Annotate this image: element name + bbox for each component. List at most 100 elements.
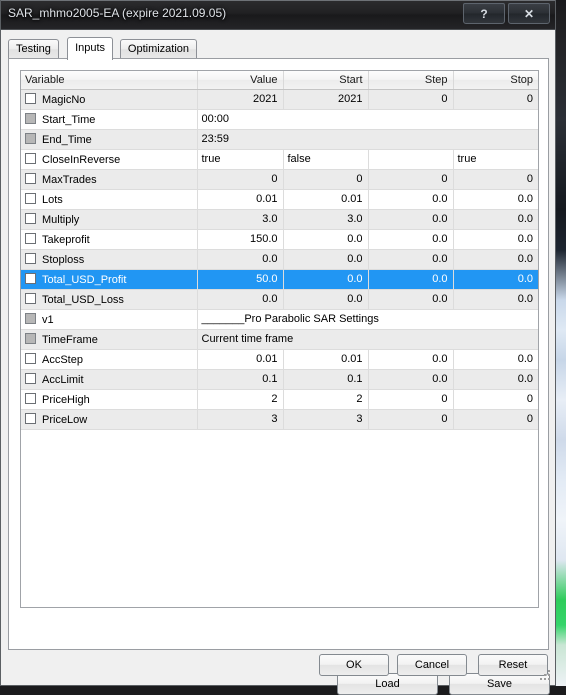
cell-value[interactable]: 0.01 bbox=[197, 189, 283, 209]
table-row[interactable]: v1_______Pro Parabolic SAR Settings bbox=[21, 309, 538, 329]
cell-start[interactable]: 0.0 bbox=[283, 229, 368, 249]
cell-stop[interactable]: 0.0 bbox=[453, 289, 538, 309]
cell-variable[interactable]: AccStep bbox=[21, 349, 197, 369]
cell-value[interactable]: 0 bbox=[197, 169, 283, 189]
title-bar[interactable]: SAR_mhmo2005-EA (expire 2021.09.05) ? ✕ bbox=[1, 0, 555, 30]
cell-variable[interactable]: PriceLow bbox=[21, 409, 197, 429]
checkbox-icon[interactable] bbox=[25, 373, 36, 384]
cell-step[interactable]: 0 bbox=[368, 409, 453, 429]
column-header-variable[interactable]: Variable bbox=[21, 71, 197, 89]
cell-stop[interactable]: 0.0 bbox=[453, 209, 538, 229]
cell-value[interactable]: 23:59 bbox=[197, 129, 538, 149]
cell-variable[interactable]: End_Time bbox=[21, 129, 197, 149]
tab-testing[interactable]: Testing bbox=[8, 39, 59, 59]
cell-step[interactable]: 0 bbox=[368, 169, 453, 189]
table-row[interactable]: End_Time23:59 bbox=[21, 129, 538, 149]
checkbox-icon[interactable] bbox=[25, 293, 36, 304]
cell-value[interactable]: 150.0 bbox=[197, 229, 283, 249]
cell-variable[interactable]: Total_USD_Profit bbox=[21, 269, 197, 289]
checkbox-icon[interactable] bbox=[25, 213, 36, 224]
checkbox-icon[interactable] bbox=[25, 253, 36, 264]
cell-start[interactable]: 3 bbox=[283, 409, 368, 429]
cell-stop[interactable]: 0.0 bbox=[453, 269, 538, 289]
tab-optimization[interactable]: Optimization bbox=[120, 39, 197, 59]
cell-value[interactable]: 0.1 bbox=[197, 369, 283, 389]
cell-variable[interactable]: CloseInReverse bbox=[21, 149, 197, 169]
table-row[interactable]: Lots0.010.010.00.0 bbox=[21, 189, 538, 209]
cell-start[interactable]: 2 bbox=[283, 389, 368, 409]
checkbox-icon[interactable] bbox=[25, 173, 36, 184]
table-row[interactable]: MaxTrades0000 bbox=[21, 169, 538, 189]
cell-value[interactable]: 3.0 bbox=[197, 209, 283, 229]
column-header-value[interactable]: Value bbox=[197, 71, 283, 89]
cell-stop[interactable]: 0 bbox=[453, 89, 538, 109]
cell-value[interactable]: 0.01 bbox=[197, 349, 283, 369]
column-header-start[interactable]: Start bbox=[283, 71, 368, 89]
close-button[interactable]: ✕ bbox=[508, 3, 550, 24]
cell-value[interactable]: true bbox=[197, 149, 283, 169]
cell-start[interactable]: 2021 bbox=[283, 89, 368, 109]
cell-step[interactable]: 0 bbox=[368, 89, 453, 109]
cell-variable[interactable]: MaxTrades bbox=[21, 169, 197, 189]
cell-value[interactable]: 0.0 bbox=[197, 249, 283, 269]
cell-variable[interactable]: TimeFrame bbox=[21, 329, 197, 349]
cell-value[interactable]: Current time frame bbox=[197, 329, 538, 349]
cell-stop[interactable]: 0.0 bbox=[453, 369, 538, 389]
cell-stop[interactable]: 0.0 bbox=[453, 229, 538, 249]
cell-variable[interactable]: Total_USD_Loss bbox=[21, 289, 197, 309]
cell-start[interactable]: 0.01 bbox=[283, 189, 368, 209]
cell-stop[interactable]: 0.0 bbox=[453, 189, 538, 209]
cell-start[interactable]: 0.0 bbox=[283, 249, 368, 269]
table-row[interactable]: PriceHigh2200 bbox=[21, 389, 538, 409]
load-button[interactable]: Load bbox=[337, 673, 438, 695]
checkbox-icon[interactable] bbox=[25, 153, 36, 164]
cell-stop[interactable]: 0 bbox=[453, 169, 538, 189]
cell-step[interactable]: 0.0 bbox=[368, 269, 453, 289]
cell-stop[interactable]: 0 bbox=[453, 389, 538, 409]
help-button[interactable]: ? bbox=[463, 3, 505, 24]
cell-variable[interactable]: Lots bbox=[21, 189, 197, 209]
cell-value[interactable]: 00:00 bbox=[197, 109, 538, 129]
cell-step[interactable]: 0.0 bbox=[368, 229, 453, 249]
cell-step[interactable]: 0.0 bbox=[368, 249, 453, 269]
cell-value[interactable]: 3 bbox=[197, 409, 283, 429]
cell-value[interactable]: _______Pro Parabolic SAR Settings bbox=[197, 309, 538, 329]
cell-start[interactable]: 3.0 bbox=[283, 209, 368, 229]
cell-stop[interactable]: true bbox=[453, 149, 538, 169]
cell-step[interactable]: 0.0 bbox=[368, 289, 453, 309]
checkbox-icon[interactable] bbox=[25, 393, 36, 404]
cell-step[interactable] bbox=[368, 149, 453, 169]
cell-step[interactable]: 0 bbox=[368, 389, 453, 409]
column-header-step[interactable]: Step bbox=[368, 71, 453, 89]
checkbox-icon[interactable] bbox=[25, 413, 36, 424]
column-header-stop[interactable]: Stop bbox=[453, 71, 538, 89]
checkbox-icon[interactable] bbox=[25, 193, 36, 204]
tab-inputs[interactable]: Inputs bbox=[67, 37, 113, 60]
table-row[interactable]: Total_USD_Loss0.00.00.00.0 bbox=[21, 289, 538, 309]
cell-step[interactable]: 0.0 bbox=[368, 369, 453, 389]
inputs-parameter-grid[interactable]: Variable Value Start Step Stop MagicNo20… bbox=[20, 70, 539, 608]
cell-variable[interactable]: v1 bbox=[21, 309, 197, 329]
cell-stop[interactable]: 0.0 bbox=[453, 349, 538, 369]
cell-value[interactable]: 2021 bbox=[197, 89, 283, 109]
cell-start[interactable]: 0.0 bbox=[283, 289, 368, 309]
table-row[interactable]: Start_Time00:00 bbox=[21, 109, 538, 129]
cell-step[interactable]: 0.0 bbox=[368, 349, 453, 369]
table-row[interactable]: Multiply3.03.00.00.0 bbox=[21, 209, 538, 229]
cell-start[interactable]: 0.1 bbox=[283, 369, 368, 389]
table-row[interactable]: Stoploss0.00.00.00.0 bbox=[21, 249, 538, 269]
checkbox-icon[interactable] bbox=[25, 273, 36, 284]
cancel-button[interactable]: Cancel bbox=[397, 654, 467, 676]
table-row[interactable]: PriceLow3300 bbox=[21, 409, 538, 429]
cell-stop[interactable]: 0.0 bbox=[453, 249, 538, 269]
table-row[interactable]: MagicNo2021202100 bbox=[21, 89, 538, 109]
cell-step[interactable]: 0.0 bbox=[368, 189, 453, 209]
table-row[interactable]: AccStep0.010.010.00.0 bbox=[21, 349, 538, 369]
resize-grip[interactable] bbox=[540, 670, 552, 682]
cell-variable[interactable]: PriceHigh bbox=[21, 389, 197, 409]
cell-variable[interactable]: MagicNo bbox=[21, 89, 197, 109]
cell-variable[interactable]: Multiply bbox=[21, 209, 197, 229]
cell-variable[interactable]: Stoploss bbox=[21, 249, 197, 269]
cell-stop[interactable]: 0 bbox=[453, 409, 538, 429]
cell-variable[interactable]: AccLimit bbox=[21, 369, 197, 389]
